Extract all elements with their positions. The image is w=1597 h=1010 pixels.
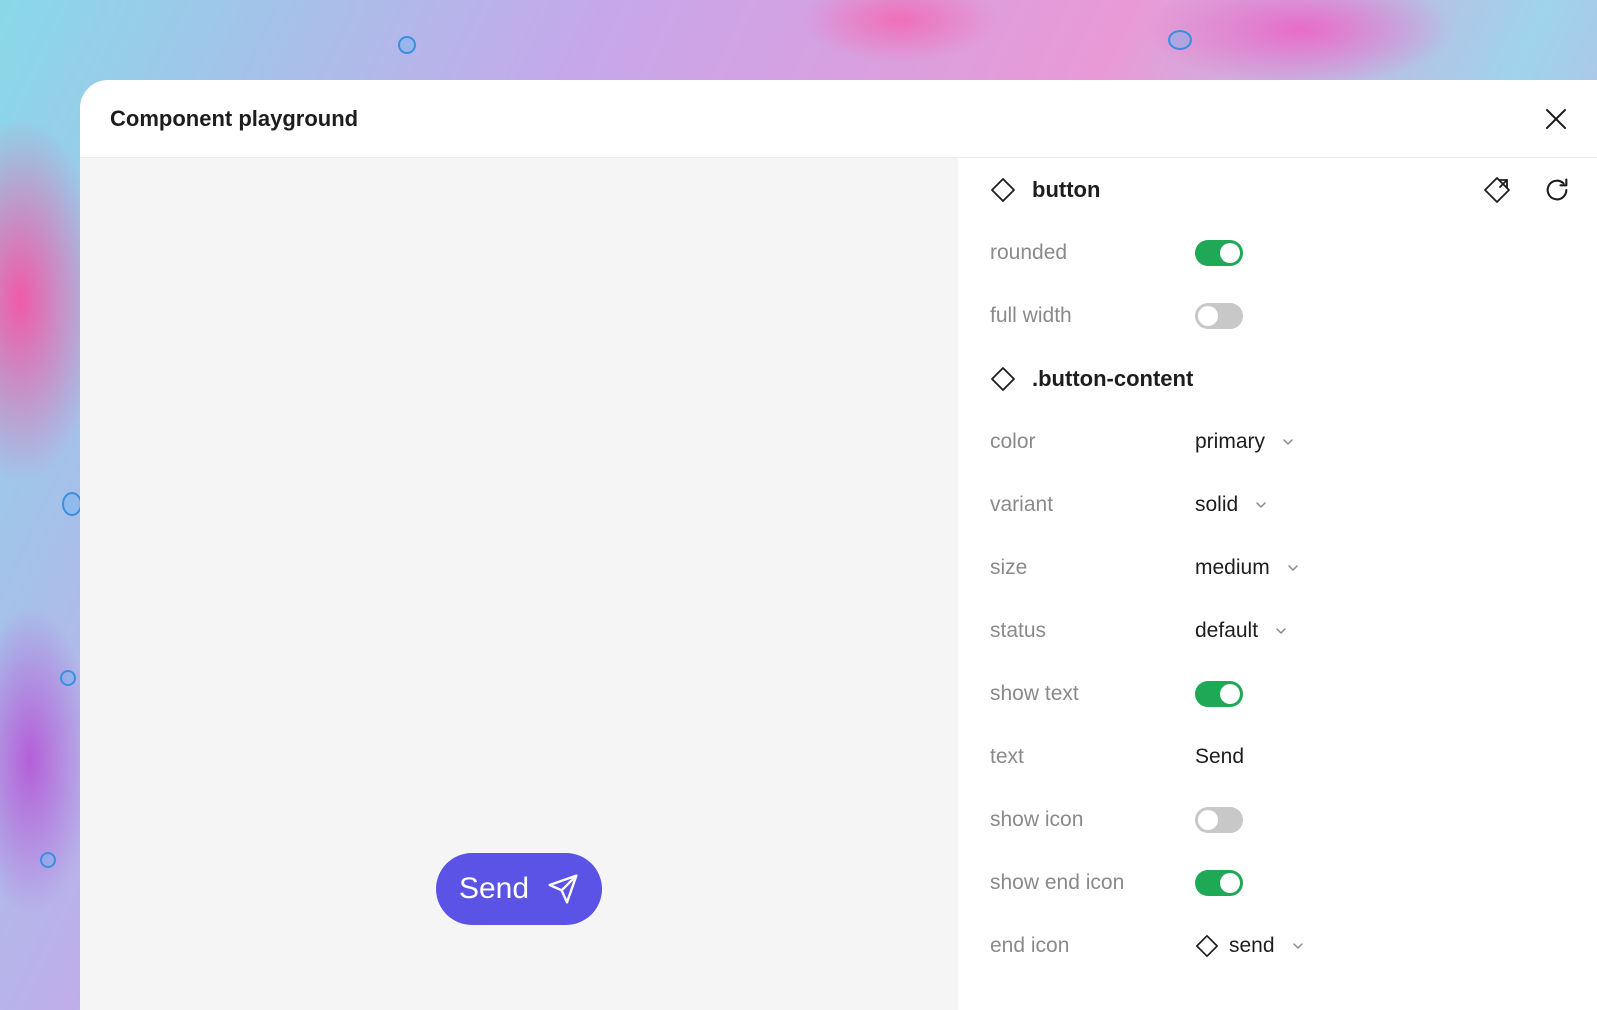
- reset-icon: [1546, 177, 1568, 200]
- prop-label: show end icon: [990, 870, 1125, 894]
- properties-panel: button rounded full width .button-conten…: [958, 158, 1597, 1010]
- prop-row-variant: variant solid: [990, 473, 1597, 536]
- end-icon-select[interactable]: send: [1195, 934, 1305, 958]
- component-playground-panel: Component playground Send button rounded…: [80, 80, 1597, 1010]
- chevron-down-icon: [1292, 942, 1303, 949]
- prop-label: variant: [990, 492, 1054, 516]
- color-select[interactable]: primary: [1195, 430, 1295, 454]
- chevron-down-icon: [1283, 438, 1293, 445]
- select-value: solid: [1195, 492, 1239, 516]
- prop-row-rounded: rounded: [990, 221, 1597, 284]
- prop-row-show-icon: show icon: [990, 788, 1597, 851]
- status-select[interactable]: default: [1195, 619, 1288, 643]
- chevron-down-icon: [1276, 627, 1286, 634]
- send-button-label: Send: [458, 872, 530, 905]
- reset-button[interactable]: [1543, 176, 1571, 204]
- diamond-icon: [991, 366, 1015, 391]
- diamond-icon: [991, 177, 1015, 202]
- prop-label: status: [990, 618, 1047, 642]
- prop-row-status: status default: [990, 599, 1597, 662]
- background-bubble: [1168, 30, 1192, 50]
- section-name: button: [1032, 176, 1101, 202]
- prop-row-color: color primary: [990, 410, 1597, 473]
- prop-row-text: text Send: [990, 725, 1597, 788]
- prop-row-end-icon: end icon send: [990, 914, 1597, 977]
- rounded-toggle[interactable]: [1195, 239, 1243, 266]
- prop-label: full width: [990, 303, 1072, 327]
- chevron-down-icon: [1256, 501, 1266, 508]
- section-button-content-header: .button-content: [990, 347, 1597, 410]
- panel-header: Component playground: [80, 80, 1597, 158]
- full-width-toggle[interactable]: [1195, 302, 1243, 329]
- panel-title: Component playground: [110, 105, 359, 131]
- background-bubble: [40, 852, 56, 868]
- prop-row-full-width: full width: [990, 284, 1597, 347]
- chevron-down-icon: [1287, 564, 1298, 571]
- close-button[interactable]: [1541, 104, 1571, 134]
- prop-label: size: [990, 555, 1028, 579]
- prop-label: rounded: [990, 240, 1068, 264]
- show-icon-toggle[interactable]: [1195, 806, 1243, 833]
- select-value: send: [1229, 933, 1275, 957]
- section-button-header: button: [990, 158, 1597, 221]
- size-select[interactable]: medium: [1195, 556, 1300, 580]
- background-bubble: [398, 36, 416, 54]
- show-end-icon-toggle[interactable]: [1195, 869, 1243, 896]
- text-input[interactable]: Send: [1195, 745, 1244, 769]
- prop-row-show-end-icon: show end icon: [990, 851, 1597, 914]
- send-button[interactable]: Send: [436, 853, 602, 925]
- prop-label: color: [990, 429, 1036, 453]
- prop-label: show text: [990, 681, 1079, 705]
- prop-row-show-text: show text: [990, 662, 1597, 725]
- prop-label: end icon: [990, 933, 1070, 957]
- diamond-icon: [1196, 934, 1218, 957]
- prop-row-size: size medium: [990, 536, 1597, 599]
- section-actions: [1481, 158, 1571, 221]
- prop-label: show icon: [990, 807, 1084, 831]
- show-text-toggle[interactable]: [1195, 680, 1243, 707]
- open-external-icon: [1484, 176, 1510, 203]
- select-value: primary: [1195, 429, 1266, 453]
- close-icon: [1546, 108, 1566, 129]
- variant-select[interactable]: solid: [1195, 493, 1268, 517]
- preview-canvas: Send: [80, 158, 958, 1010]
- select-value: default: [1195, 618, 1259, 642]
- select-value: medium: [1195, 555, 1270, 579]
- open-component-button[interactable]: [1481, 174, 1513, 206]
- prop-label: text: [990, 744, 1024, 768]
- section-name: .button-content: [1032, 365, 1194, 391]
- background-bubble: [62, 492, 82, 516]
- background-bubble: [60, 670, 76, 686]
- send-icon: [548, 874, 578, 904]
